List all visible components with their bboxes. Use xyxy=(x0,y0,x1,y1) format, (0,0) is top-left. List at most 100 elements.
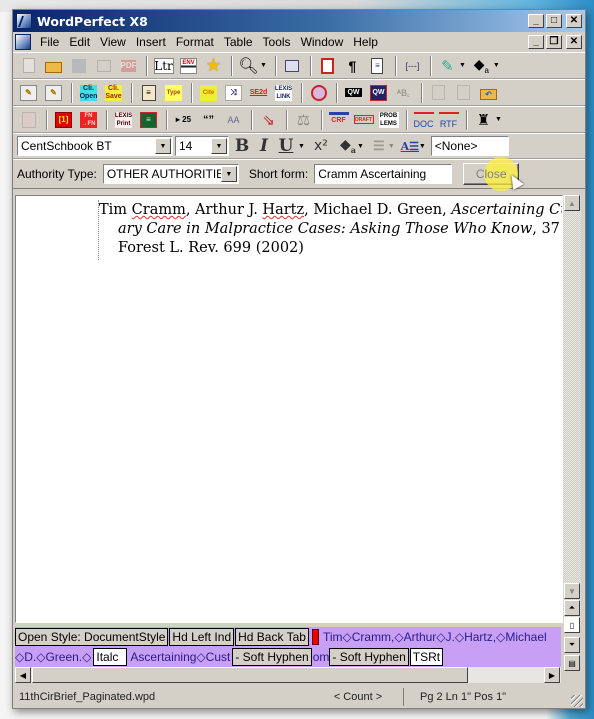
fn-to-fn-button[interactable]: FN →FN xyxy=(77,109,100,131)
horizontal-scroll-thumb[interactable] xyxy=(32,667,468,683)
small-caps-button[interactable]: AA xyxy=(222,109,245,131)
underline-dropdown-arrow[interactable]: ▼ xyxy=(298,143,305,150)
doc-minimize-button[interactable]: _ xyxy=(528,35,544,49)
close-button[interactable]: ✕ xyxy=(566,14,582,28)
letter-template-button[interactable]: Ltr xyxy=(152,55,175,77)
style-select[interactable]: <None> xyxy=(430,136,509,156)
next-page-button[interactable]: ⏷ xyxy=(564,637,580,653)
code-soft-hyphen[interactable]: - Soft Hyphen xyxy=(232,648,312,666)
document-text[interactable]: Tim Cramm, Arthur J. Hartz, Michael D. G… xyxy=(99,201,562,258)
print-button[interactable] xyxy=(92,55,115,77)
open-folder-button[interactable]: ↶ xyxy=(477,82,500,104)
minimize-button[interactable]: _ xyxy=(528,14,544,28)
document-area[interactable]: Tim Cramm, Arthur J. Hartz, Michael D. G… xyxy=(15,195,563,623)
previous-page-button[interactable]: ⏶ xyxy=(564,600,580,616)
bold-button[interactable]: B xyxy=(231,135,253,157)
code-open-style[interactable]: Open Style: DocumentStyle xyxy=(15,628,169,646)
vertical-scrollbar[interactable]: ▲ ▼ ⏶ ▯ xyxy=(563,195,581,633)
menu-view[interactable]: View xyxy=(95,35,131,49)
menu-file[interactable]: File xyxy=(35,35,64,49)
wordperfect-app-icon[interactable] xyxy=(16,13,32,29)
scroll-down-button[interactable]: ▼ xyxy=(564,583,580,599)
fill-dropdown-arrow[interactable]: ▼ xyxy=(493,62,500,69)
horizontal-scrollbar[interactable]: ◀ ▶ xyxy=(15,667,561,683)
close-toa-button[interactable]: Close xyxy=(463,157,524,191)
spelling-error[interactable]: Hartz xyxy=(262,202,304,218)
book-button[interactable] xyxy=(17,109,40,131)
menu-help[interactable]: Help xyxy=(348,35,383,49)
menu-window[interactable]: Window xyxy=(296,35,349,49)
document-icon[interactable] xyxy=(15,34,31,50)
menu-edit[interactable]: Edit xyxy=(64,35,95,49)
zoom-button[interactable]: 🔍︎ xyxy=(237,55,260,77)
paragraph-button[interactable]: ¶ xyxy=(341,55,364,77)
code-hd-left-ind[interactable]: Hd Left Ind xyxy=(169,628,235,646)
lexis-print-button[interactable]: LEXIS Print xyxy=(112,109,135,131)
highlight-dropdown-arrow[interactable]: ▼ xyxy=(459,62,466,69)
doc-close-button[interactable]: ✕ xyxy=(566,35,582,49)
reveal-codes-panel[interactable]: Open Style: DocumentStyle Hd Left Ind Hd… xyxy=(15,627,561,667)
crf-button[interactable]: CRF xyxy=(327,109,350,131)
quote-button[interactable]: “” xyxy=(197,109,220,131)
fill-dropdown-arrow[interactable]: ▼ xyxy=(357,143,364,150)
doc-restore-button[interactable]: ❐ xyxy=(546,35,562,49)
new-document-button[interactable] xyxy=(17,55,40,77)
authority-type-select[interactable]: OTHER AUTHORITIES ▼ xyxy=(102,164,239,184)
font-face-select[interactable]: CentSchbook BT ▼ xyxy=(17,136,173,156)
seed-button[interactable]: SE2d xyxy=(247,82,270,104)
page-up-button[interactable] xyxy=(427,82,450,104)
menu-table[interactable]: Table xyxy=(219,35,258,49)
maximize-button[interactable]: □ xyxy=(546,14,562,28)
type-button[interactable]: Type xyxy=(162,82,185,104)
menu-tools[interactable]: Tools xyxy=(258,35,296,49)
scroll-left-button[interactable]: ◀ xyxy=(15,667,31,683)
scroll-right-button[interactable]: ▶ xyxy=(544,667,560,683)
zoom-dropdown-arrow[interactable]: ▼ xyxy=(260,62,267,69)
draft-button[interactable]: DRAFT xyxy=(352,109,375,131)
menu-format[interactable]: Format xyxy=(171,35,219,49)
status-position[interactable]: Pg 2 Ln 1" Pos 1" xyxy=(403,688,506,706)
cli-save-button[interactable]: Cli. Save xyxy=(102,82,125,104)
envelope-button[interactable]: ENV xyxy=(177,55,200,77)
chevron-down-icon[interactable]: ▼ xyxy=(220,166,237,182)
code-tsrt[interactable]: TSRt xyxy=(409,648,444,666)
styles-dropdown-arrow[interactable]: ▼ xyxy=(419,143,426,150)
code-soft-hyphen[interactable]: - Soft Hyphen xyxy=(329,648,409,666)
green-list-button[interactable]: ≡ xyxy=(137,109,160,131)
tools-dropdown-arrow[interactable]: ▼ xyxy=(495,116,502,123)
page-down-button[interactable] xyxy=(452,82,475,104)
superscript-button[interactable]: x² xyxy=(309,135,333,157)
fill-button[interactable]: ◆a xyxy=(470,55,493,77)
footnote-number-button[interactable]: [1] xyxy=(52,109,75,131)
justification-dropdown-arrow[interactable]: ▼ xyxy=(388,143,395,150)
status-filename[interactable]: 11thCirBrief_Paginated.wpd xyxy=(13,691,313,703)
pdf-button[interactable]: PDF xyxy=(117,55,140,77)
fill-color-button[interactable]: ◆a xyxy=(337,135,359,157)
short-form-input[interactable]: Cramm Ascertaining xyxy=(314,164,453,184)
problems-button[interactable]: PROB LEMS xyxy=(377,109,400,131)
page-break-button[interactable] xyxy=(316,55,339,77)
scroll-up-button[interactable]: ▲ xyxy=(564,195,580,211)
style-list-button[interactable]: A☰ xyxy=(399,135,421,157)
resize-grip[interactable] xyxy=(571,695,583,707)
save-button[interactable] xyxy=(67,55,90,77)
link-button[interactable]: ⇘ xyxy=(257,109,280,131)
justification-button[interactable]: ☰ xyxy=(368,135,390,157)
swap-button[interactable]: ⤨ xyxy=(222,82,245,104)
save-doc-button[interactable]: DOC xyxy=(412,109,435,131)
scales-button[interactable]: ⚖ xyxy=(292,109,315,131)
no-button[interactable] xyxy=(307,82,330,104)
cite-button[interactable]: Cite xyxy=(197,82,220,104)
bracket-button[interactable]: [---] xyxy=(401,55,424,77)
reveal-codes-toggle[interactable]: ▤ xyxy=(564,655,580,671)
cli-open-button[interactable]: Cli. Open xyxy=(77,82,100,104)
font-size-select[interactable]: 14 ▼ xyxy=(175,136,229,156)
compare2-button[interactable]: ✎ xyxy=(42,82,65,104)
insert-page-button[interactable]: ≡ xyxy=(366,55,389,77)
tools-button[interactable]: ♜ xyxy=(472,109,495,131)
menu-insert[interactable]: Insert xyxy=(131,35,171,49)
favorites-button[interactable]: ★ xyxy=(202,55,225,77)
page-view-button[interactable] xyxy=(281,55,304,77)
save-rtf-button[interactable]: RTF xyxy=(437,109,460,131)
page-browse-button[interactable]: ▯ xyxy=(564,617,580,633)
